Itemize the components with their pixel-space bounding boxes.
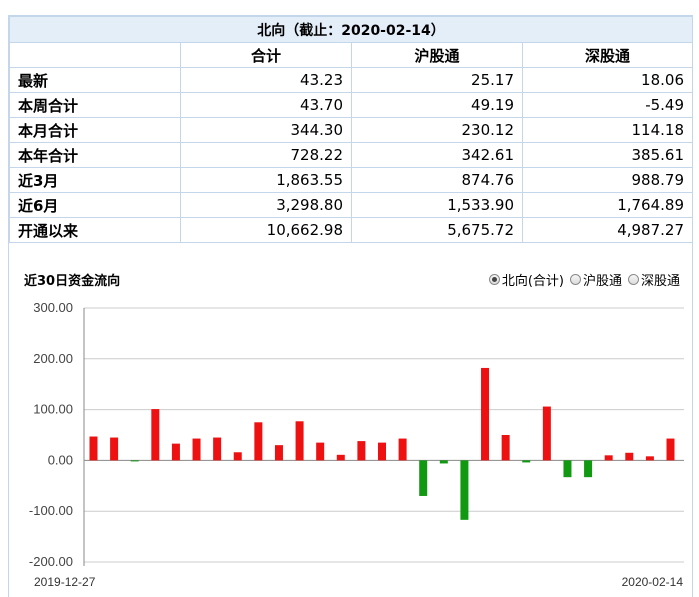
y-tick-label: 100.00 <box>33 402 73 417</box>
bar <box>110 437 119 461</box>
bar <box>295 421 304 461</box>
bar <box>233 452 242 461</box>
bar <box>501 435 510 461</box>
bar <box>460 460 469 520</box>
northbound-panel: 北向（截止：2020-02-14） 合计 沪股通 深股通 最新 43.23 25… <box>8 15 693 597</box>
bar <box>151 409 160 461</box>
bar <box>645 456 654 461</box>
bar <box>522 460 531 463</box>
bar <box>563 460 572 478</box>
x-start-label: 2019-12-27 <box>34 575 96 589</box>
bar <box>666 438 675 461</box>
flow-bar-chart: 300.00 200.00 100.00 0.00 -100.00 -200.00 2019… <box>29 300 684 589</box>
y-tick-label: 200.00 <box>33 351 73 366</box>
bar <box>398 438 407 461</box>
bar <box>625 452 634 461</box>
bar <box>604 455 613 461</box>
bar <box>274 445 283 461</box>
bar <box>213 437 222 461</box>
bar <box>357 441 366 461</box>
bar <box>89 436 98 461</box>
bar <box>316 442 325 461</box>
bar <box>419 460 428 496</box>
y-tick-label: -200.00 <box>29 554 73 569</box>
bar <box>192 438 201 461</box>
y-tick-label: 0.00 <box>48 452 73 467</box>
bar <box>584 460 593 478</box>
x-end-label: 2020-02-14 <box>622 575 684 589</box>
bar <box>481 367 490 461</box>
bar <box>171 443 180 461</box>
y-tick-label: -100.00 <box>29 503 73 518</box>
bar <box>378 442 386 461</box>
y-tick-label: 300.00 <box>33 300 73 315</box>
bar <box>130 460 139 462</box>
bar <box>439 460 448 464</box>
bar <box>254 422 263 461</box>
bar <box>542 406 551 461</box>
bar <box>336 454 345 461</box>
